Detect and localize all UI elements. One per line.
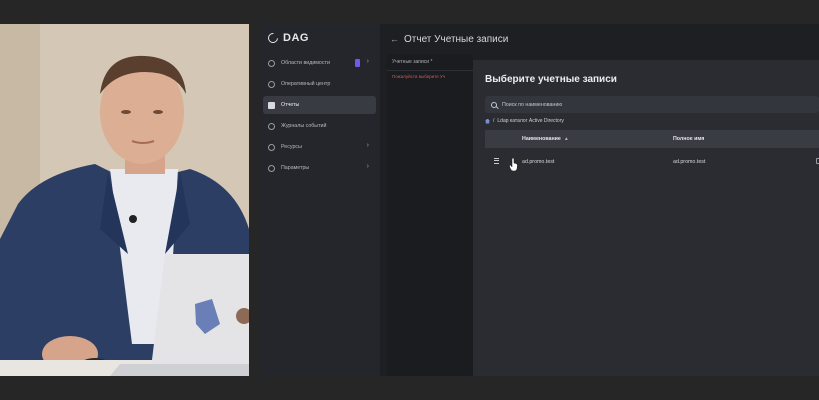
sidebar-nav: Области видимости › Оперативный центр От… (259, 54, 380, 177)
column-header-label: Наименование (522, 136, 561, 142)
search-box[interactable] (485, 96, 819, 113)
sidebar-item-label: Журналы событий (281, 123, 327, 129)
app-window: DAG Области видимости › Оперативный цент… (259, 24, 819, 376)
globe-icon (268, 59, 275, 67)
search-input[interactable] (502, 101, 702, 108)
table-header: Наименование ▲ Полное имя (485, 130, 819, 148)
sort-asc-icon: ▲ (563, 136, 569, 142)
breadcrumb-separator: / (493, 118, 495, 124)
chevron-right-icon: › (366, 163, 369, 170)
radar-icon (268, 80, 275, 88)
chevron-right-icon: › (366, 142, 369, 149)
accounts-field[interactable]: Учетные записи * (387, 54, 473, 71)
log-icon (268, 122, 275, 130)
sidebar-item-label: Оперативный центр (281, 81, 331, 87)
page-title: Отчет Учетные записи (404, 33, 509, 45)
accounts-table: Наименование ▲ Полное имя ad.promo.test … (485, 130, 819, 176)
directory-icon (494, 158, 499, 164)
logo-text: DAG (283, 32, 309, 44)
home-icon[interactable] (485, 118, 490, 124)
sidebar-item-label: Ресурсы (281, 144, 302, 150)
dialog-title: Выберите учетные записи (485, 74, 617, 85)
sidebar-item-label: Параметры (281, 165, 310, 171)
sidebar-item-operations-center[interactable]: Оперативный центр (263, 75, 376, 93)
sidebar-item-label: Области видимости (281, 60, 330, 66)
sidebar-badge (355, 59, 360, 67)
back-arrow-icon[interactable]: ← (390, 34, 399, 44)
cell-name: ad.promo.test (522, 159, 555, 165)
report-form: Учетные записи * Пожалуйста выберите Уч (387, 54, 473, 376)
chevron-right-icon: › (366, 58, 369, 65)
select-accounts-dialog: Выберите учетные записи / Ldap каталог A… (473, 60, 819, 376)
breadcrumb-item[interactable]: Ldap каталог Active Directory (497, 118, 563, 124)
column-header-full-name[interactable]: Полное имя (673, 136, 704, 142)
sidebar-item-label: Отчеты (281, 102, 300, 108)
sidebar-item-event-logs[interactable]: Журналы событий (263, 117, 376, 135)
search-icon (491, 101, 497, 108)
sidebar-item-resources[interactable]: Ресурсы › (263, 138, 376, 156)
column-header-name[interactable]: Наименование ▲ (522, 136, 569, 142)
cell-full-name: ad.promo.test (673, 159, 706, 165)
logo[interactable]: DAG (259, 24, 380, 52)
table-row[interactable]: ad.promo.test ad.promo.test (485, 148, 819, 176)
page-header: ← Отчет Учетные записи (380, 24, 819, 54)
database-icon (268, 143, 275, 151)
sidebar: DAG Области видимости › Оперативный цент… (259, 24, 380, 376)
sidebar-item-reports[interactable]: Отчеты (263, 96, 376, 114)
logo-icon (265, 30, 281, 46)
field-error: Пожалуйста выберите Уч (392, 74, 446, 79)
sidebar-item-scopes[interactable]: Области видимости › (263, 54, 376, 72)
presenter-video (0, 24, 249, 376)
breadcrumb: / Ldap каталог Active Directory (485, 118, 564, 124)
hand-cursor-icon (509, 158, 518, 171)
gear-icon (268, 164, 275, 172)
chart-icon (268, 101, 275, 109)
sidebar-item-settings[interactable]: Параметры › (263, 159, 376, 177)
